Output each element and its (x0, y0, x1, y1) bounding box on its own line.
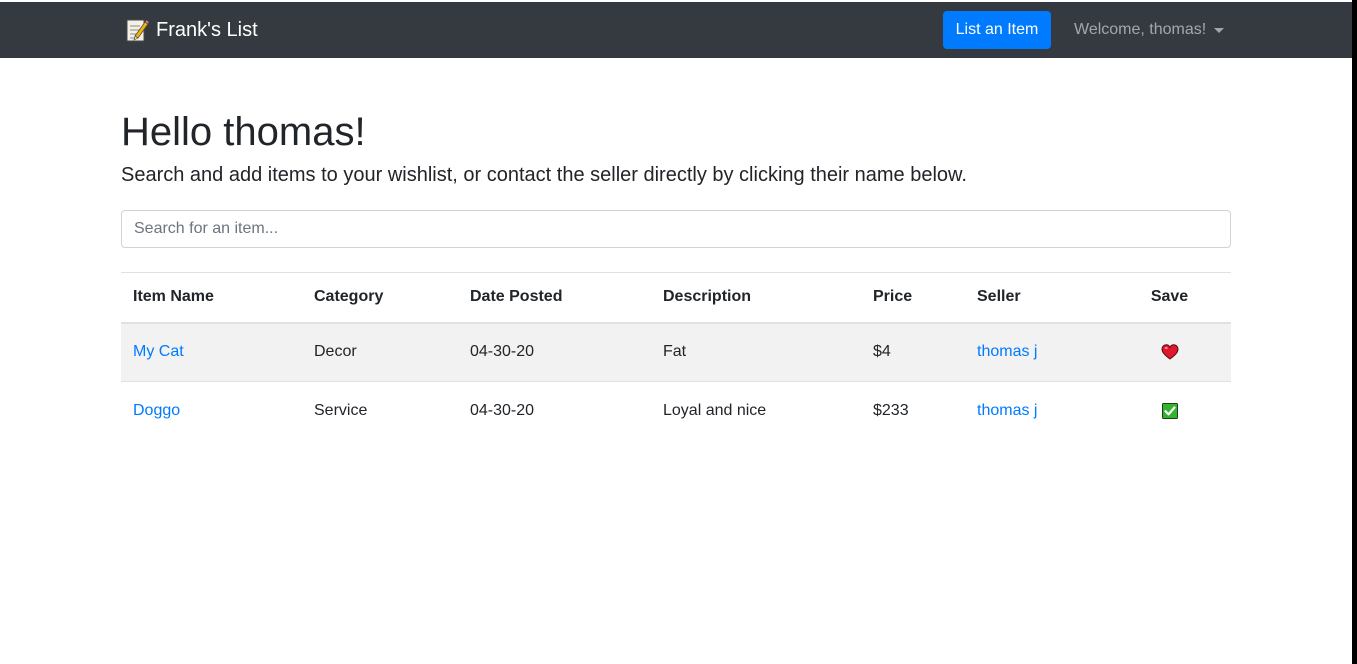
column-header-price: Price (861, 272, 965, 324)
item-price: $4 (861, 322, 965, 382)
page-lead: Search and add items to your wishlist, o… (121, 164, 967, 186)
table-header-row: Item Name Category Date Posted Descripti… (121, 272, 1231, 324)
page-title: Hello thomas! (121, 110, 366, 154)
seller-link[interactable]: thomas j (977, 402, 1037, 419)
item-description: Loyal and nice (651, 381, 861, 441)
column-header-save: Save (1108, 272, 1231, 324)
list-item-button[interactable]: List an Item (943, 11, 1051, 49)
column-header-description: Description (651, 272, 861, 324)
search-input[interactable] (121, 210, 1231, 248)
item-date: 04-30-20 (458, 381, 651, 441)
column-header-category: Category (302, 272, 458, 324)
item-name-link[interactable]: My Cat (133, 343, 184, 360)
column-header-seller: Seller (965, 272, 1108, 324)
navbar: Frank's List List an Item Welcome, thoma… (0, 2, 1352, 58)
items-table: Item Name Category Date Posted Descripti… (121, 272, 1231, 441)
table-row: Doggo Service 04-30-20 Loyal and nice $2… (121, 381, 1231, 441)
brand-link[interactable]: Frank's List (124, 16, 258, 44)
seller-link[interactable]: thomas j (977, 343, 1037, 360)
column-header-item-name: Item Name (121, 272, 302, 324)
memo-icon (124, 17, 150, 43)
welcome-text: Welcome, thomas! (1074, 21, 1207, 38)
window-right-border (1352, 0, 1357, 664)
item-category: Decor (302, 322, 458, 382)
item-price: $233 (861, 381, 965, 441)
item-description: Fat (651, 322, 861, 382)
heart-icon[interactable] (1160, 343, 1179, 361)
table-row: My Cat Decor 04-30-20 Fat $4 thomas j (121, 322, 1231, 382)
item-category: Service (302, 381, 458, 441)
brand-name: Frank's List (156, 19, 258, 41)
caret-down-icon (1214, 27, 1225, 33)
column-header-date-posted: Date Posted (458, 272, 651, 324)
item-date: 04-30-20 (458, 322, 651, 382)
user-menu-toggle[interactable]: Welcome, thomas! (1074, 18, 1225, 42)
item-name-link[interactable]: Doggo (133, 402, 180, 419)
check-icon[interactable] (1161, 402, 1179, 420)
